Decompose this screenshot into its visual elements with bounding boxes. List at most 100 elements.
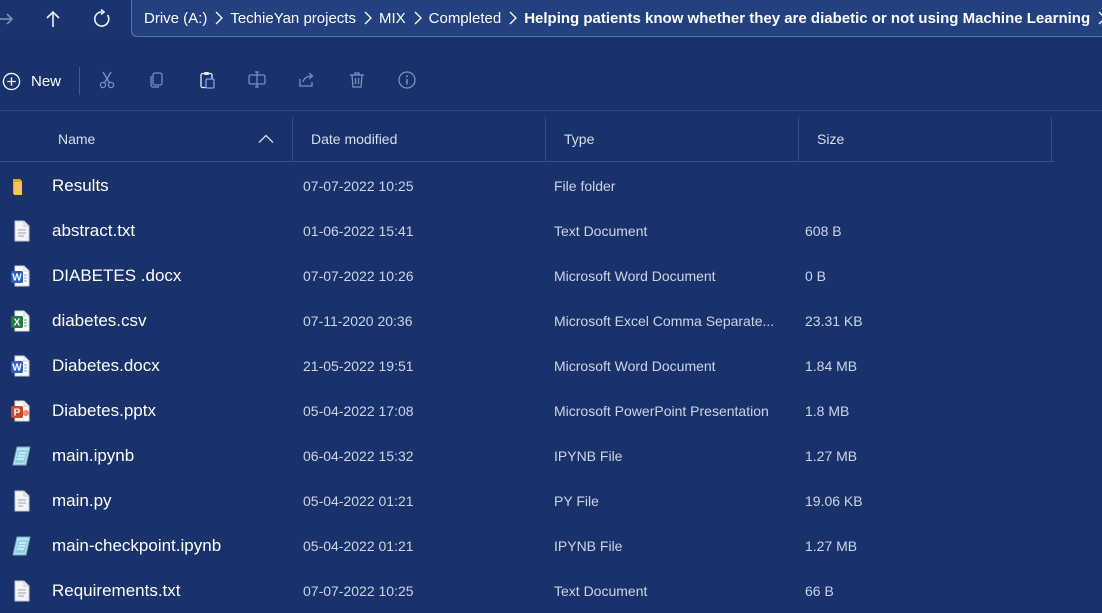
column-type[interactable]: Type <box>564 117 594 161</box>
file-type: Microsoft Word Document <box>554 357 716 374</box>
py-file-icon <box>10 489 34 513</box>
column-divider[interactable] <box>1051 117 1052 161</box>
breadcrumb-chevron-icon[interactable] <box>1098 11 1102 25</box>
column-size[interactable]: Size <box>817 117 844 161</box>
file-row[interactable]: main-checkpoint.ipynb 05-04-2022 01:21 IPY… <box>0 523 1055 568</box>
new-button[interactable]: New <box>2 68 61 94</box>
file-type: Microsoft PowerPoint Presentation <box>554 402 769 419</box>
file-type: Microsoft Word Document <box>554 267 716 284</box>
breadcrumb-chevron-icon[interactable] <box>364 11 372 25</box>
sort-ascending-button[interactable] <box>258 117 274 161</box>
file-name: main.py <box>52 490 112 510</box>
file-date-modified: 06-04-2022 15:32 <box>303 447 414 464</box>
copy-button[interactable] <box>145 68 169 92</box>
breadcrumb-item[interactable]: Drive (A:) <box>144 10 207 27</box>
svg-text:P: P <box>14 408 21 419</box>
command-bar: New <box>0 50 1102 111</box>
paste-icon <box>200 72 215 89</box>
share-button[interactable] <box>295 68 319 92</box>
breadcrumb-item[interactable]: Helping patients know whether they are d… <box>524 10 1090 27</box>
file-row[interactable]: Xdiabetes.csv 07-11-2020 20:36 Microsoft E… <box>0 298 1055 343</box>
rename-button[interactable] <box>245 68 269 92</box>
ipynb-file-icon <box>10 444 34 468</box>
up-button[interactable] <box>35 0 71 38</box>
breadcrumb-chevron-icon[interactable] <box>509 11 518 25</box>
file-type: File folder <box>554 177 616 194</box>
copy-icon <box>150 72 163 88</box>
file-type: Microsoft Excel Comma Separate... <box>554 312 775 329</box>
cut-button[interactable] <box>95 68 119 92</box>
file-size: 66 B <box>805 582 834 599</box>
file-date-modified: 07-07-2022 10:25 <box>303 582 414 599</box>
file-size: 19.06 KB <box>805 492 863 509</box>
address-bar[interactable]: Drive (A:) TechieYan projects MIX Completed… <box>131 0 1102 37</box>
plus-circle-icon <box>2 72 21 90</box>
file-date-modified: 07-07-2022 10:25 <box>303 177 414 194</box>
forward-button[interactable] <box>0 0 24 38</box>
file-type: PY File <box>554 492 599 509</box>
file-row[interactable]: Results 07-07-2022 10:25 File folder <box>0 163 1055 208</box>
file-name: DIABETES .docx <box>52 265 182 285</box>
file-name: Results <box>52 175 109 195</box>
column-name[interactable]: Name <box>58 117 95 161</box>
file-name: main.ipynb <box>52 445 135 465</box>
command-separator <box>79 67 80 95</box>
file-size: 608 B <box>805 222 842 239</box>
file-date-modified: 07-07-2022 10:26 <box>303 267 414 284</box>
file-name: abstract.txt <box>52 220 136 240</box>
file-name: diabetes.csv <box>52 310 147 330</box>
svg-text:X: X <box>14 318 21 329</box>
ipynb-file-icon <box>10 534 34 558</box>
file-row[interactable]: W DIABETES .docx 07-07-2022 10:26 Microsoft… <box>0 253 1055 298</box>
column-header: Name Date modified Type Size <box>0 117 1055 162</box>
refresh-button[interactable] <box>84 0 120 38</box>
file-row[interactable]: W Diabetes.docx 21-05-2022 19:51 Microsoft … <box>0 343 1055 388</box>
powerpoint-file-icon: P <box>10 399 34 423</box>
file-size: 1.84 MB <box>805 357 858 374</box>
file-type: IPYNB File <box>554 537 623 554</box>
breadcrumb-item[interactable]: Completed <box>429 10 502 27</box>
forward-arrow-icon <box>0 13 14 25</box>
file-row[interactable]: P Diabetes.pptx 05-04-2022 17:08 Microsoft … <box>0 388 1055 433</box>
file-type: Text Document <box>554 222 648 239</box>
paste-button[interactable] <box>195 68 219 92</box>
breadcrumb-chevron-icon[interactable] <box>215 11 224 25</box>
cut-icon <box>99 71 115 89</box>
refresh-icon <box>94 9 110 27</box>
svg-text:W: W <box>12 363 22 374</box>
file-row[interactable]: abstract.txt 01-06-2022 15:41 Text Documen… <box>0 208 1055 253</box>
file-size: 23.31 KB <box>805 312 863 329</box>
svg-text:W: W <box>12 273 22 284</box>
file-date-modified: 05-04-2022 01:21 <box>303 537 414 554</box>
excel-file-icon: X <box>10 309 34 333</box>
up-arrow-icon <box>46 10 60 27</box>
text-file-icon <box>10 579 34 603</box>
chevron-up-icon <box>258 134 274 143</box>
folder-icon <box>10 174 34 198</box>
delete-button[interactable] <box>345 68 369 92</box>
file-size: 0 B <box>805 267 827 284</box>
file-row[interactable]: Requirements.txt 07-07-2022 10:25 Text Doc… <box>0 568 1055 613</box>
breadcrumb-chevron-icon[interactable] <box>414 11 422 25</box>
file-row[interactable]: main.py 05-04-2022 01:21 PY File 19.06 KB <box>0 478 1055 523</box>
share-icon <box>299 72 314 87</box>
file-date-modified: 07-11-2020 20:36 <box>303 312 413 329</box>
column-divider[interactable] <box>798 117 799 161</box>
file-date-modified: 05-04-2022 17:08 <box>303 402 414 419</box>
new-button-label: New <box>31 72 62 90</box>
file-row[interactable]: main.ipynb 06-04-2022 15:32 IPYNB File 1.27… <box>0 433 1055 478</box>
file-name: main-checkpoint.ipynb <box>52 535 222 555</box>
breadcrumb-item[interactable]: MIX <box>379 10 406 27</box>
column-divider[interactable] <box>545 117 546 161</box>
column-divider[interactable] <box>292 117 293 161</box>
file-type: Text Document <box>554 582 648 599</box>
navigation-bar: Drive (A:) TechieYan projects MIX Completed… <box>0 0 1102 38</box>
file-name: Diabetes.docx <box>52 355 160 375</box>
file-type: IPYNB File <box>554 447 623 464</box>
breadcrumb-item[interactable]: TechieYan projects <box>230 10 356 27</box>
column-date-modified[interactable]: Date modified <box>311 117 397 161</box>
details-button[interactable] <box>395 68 419 92</box>
word-file-icon: W <box>10 264 34 288</box>
file-size: 1.27 MB <box>805 447 858 464</box>
file-date-modified: 01-06-2022 15:41 <box>303 222 414 239</box>
